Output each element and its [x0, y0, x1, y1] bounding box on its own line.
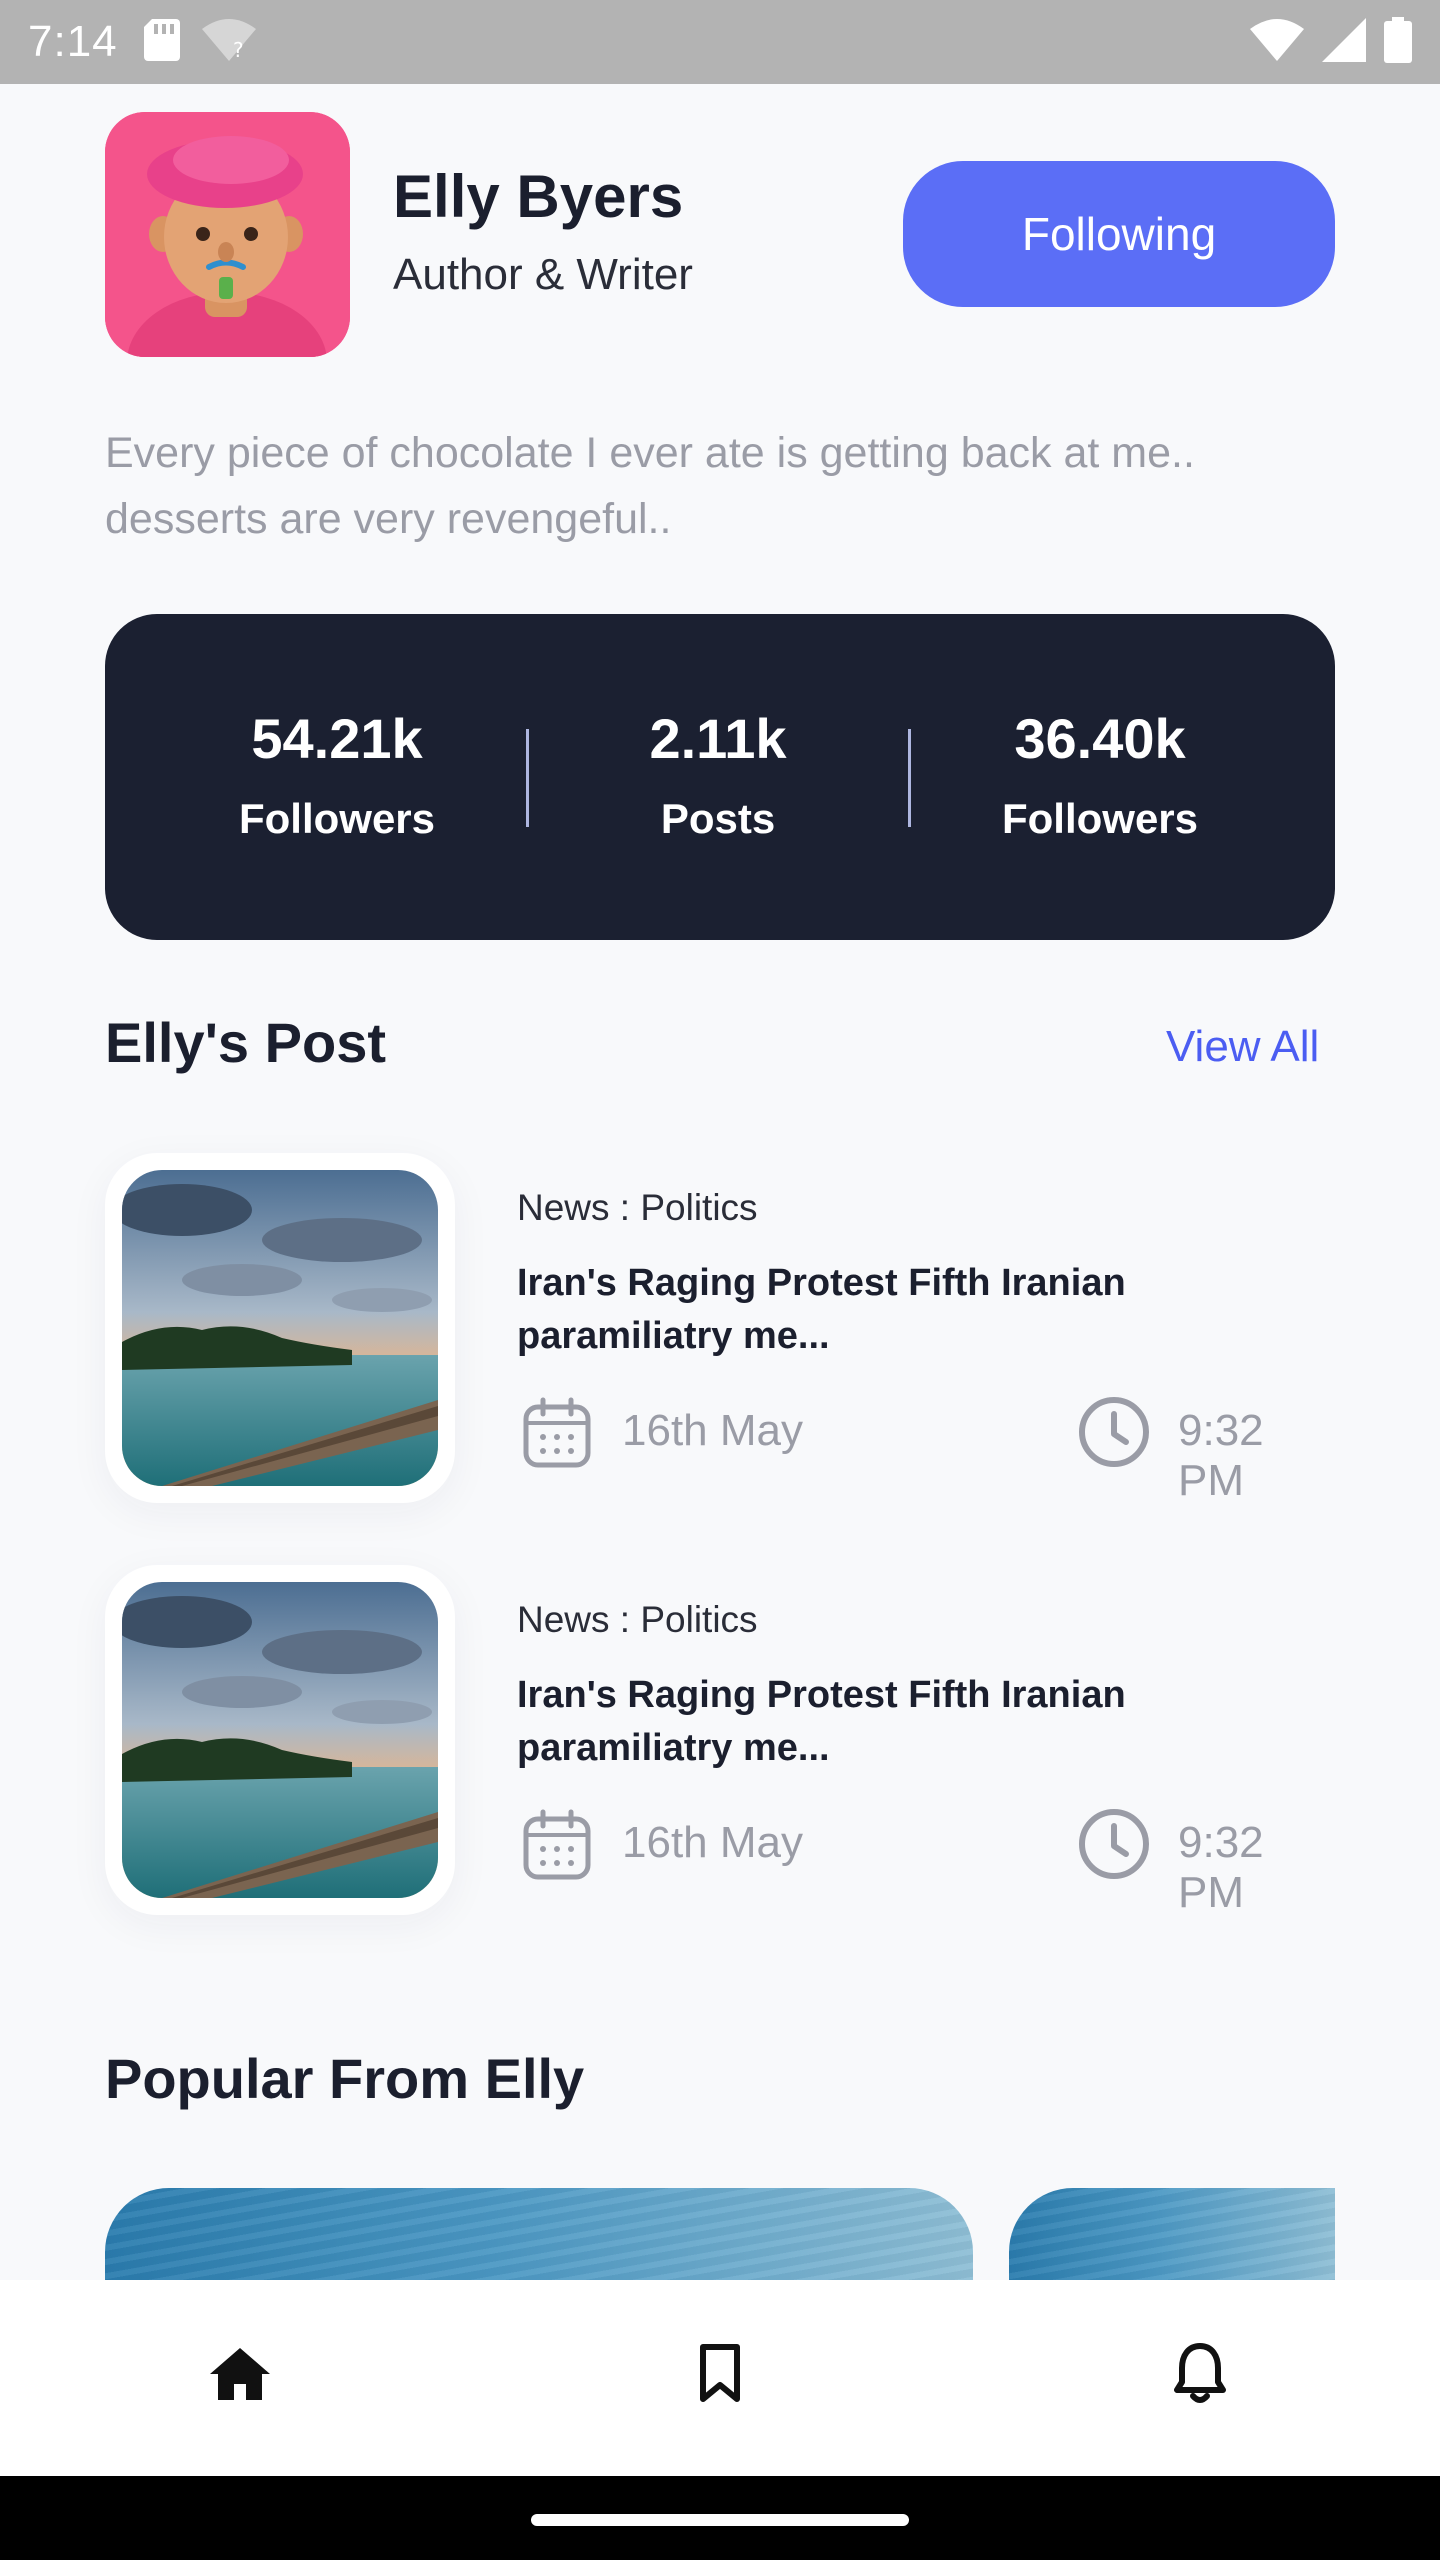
profile-name: Elly Byers: [393, 163, 684, 230]
stat-posts[interactable]: 2.11k Posts: [568, 706, 868, 843]
calendar-icon: [523, 1809, 591, 1886]
battery-icon: [1384, 16, 1412, 68]
stat-label: Followers: [238, 795, 436, 842]
post-title[interactable]: Iran's Raging Protest Fifth Iranian para…: [517, 1257, 1317, 1363]
popular-section-title: Popular From Elly: [105, 2047, 585, 2110]
bookmark-icon: [697, 2343, 743, 2410]
post-thumbnail-frame: [105, 1565, 455, 1915]
stat-followers[interactable]: 54.21k Followers: [187, 706, 487, 843]
following-button[interactable]: Following: [903, 161, 1335, 307]
post-thumbnail[interactable]: [122, 1170, 438, 1486]
profile-role: Author & Writer: [393, 250, 693, 299]
stat-value: 2.11k: [649, 707, 787, 770]
nav-bookmarks[interactable]: [660, 2316, 780, 2436]
home-icon: [208, 2346, 272, 2407]
post-time: 9:32 PM: [1178, 1406, 1264, 1505]
calendar-icon: [523, 1397, 591, 1474]
stat-label: Followers: [1001, 795, 1199, 842]
post-card[interactable]: News : Politics Iran's Raging Protest Fi…: [105, 1153, 1335, 1505]
post-category: News : Politics: [517, 1187, 758, 1228]
stats-card: 54.21k Followers 2.11k Posts 36.40k Foll…: [105, 614, 1335, 940]
post-thumbnail-frame: [105, 1153, 455, 1503]
post-time: 9:32 PM: [1178, 1818, 1264, 1917]
post-category: News : Politics: [517, 1599, 758, 1640]
status-time: 7:14: [28, 17, 118, 66]
bell-icon: [1174, 2342, 1226, 2411]
wifi-icon: [1250, 18, 1304, 66]
post-date: 16th May: [622, 1818, 803, 1867]
sd-card-icon: [143, 18, 180, 66]
nav-notifications[interactable]: [1140, 2316, 1260, 2436]
wifi-unknown-icon: ?: [201, 18, 256, 66]
status-bar: 7:14 ?: [0, 0, 1440, 84]
stat-label: Posts: [660, 795, 776, 842]
cell-signal-icon: [1322, 17, 1366, 67]
stat-divider: [908, 729, 911, 827]
stat-value: 54.21k: [251, 707, 423, 770]
profile-bio: Every piece of chocolate I ever ate is g…: [105, 429, 1195, 543]
avatar: [105, 112, 350, 357]
popular-post-image[interactable]: [1009, 2188, 1335, 2280]
stat-followers-secondary[interactable]: 36.40k Followers: [950, 706, 1250, 843]
post-date: 16th May: [622, 1406, 803, 1455]
system-nav-bar: [0, 2476, 1440, 2560]
home-indicator[interactable]: [531, 2514, 909, 2526]
popular-post-image[interactable]: [105, 2188, 973, 2280]
post-card[interactable]: News : Politics Iran's Raging Protest Fi…: [105, 1565, 1335, 1917]
clock-icon: [1078, 1396, 1150, 1473]
svg-text:?: ?: [233, 38, 244, 61]
clock-icon: [1078, 1808, 1150, 1885]
nav-home[interactable]: [180, 2316, 300, 2436]
view-all-link[interactable]: View All: [1166, 1022, 1319, 1072]
post-title[interactable]: Iran's Raging Protest Fifth Iranian para…: [517, 1669, 1317, 1775]
stat-divider: [526, 729, 529, 827]
bottom-nav: [0, 2280, 1440, 2476]
post-thumbnail[interactable]: [122, 1582, 438, 1898]
stat-value: 36.40k: [1014, 707, 1186, 770]
posts-section-title: Elly's Post: [105, 1011, 386, 1074]
